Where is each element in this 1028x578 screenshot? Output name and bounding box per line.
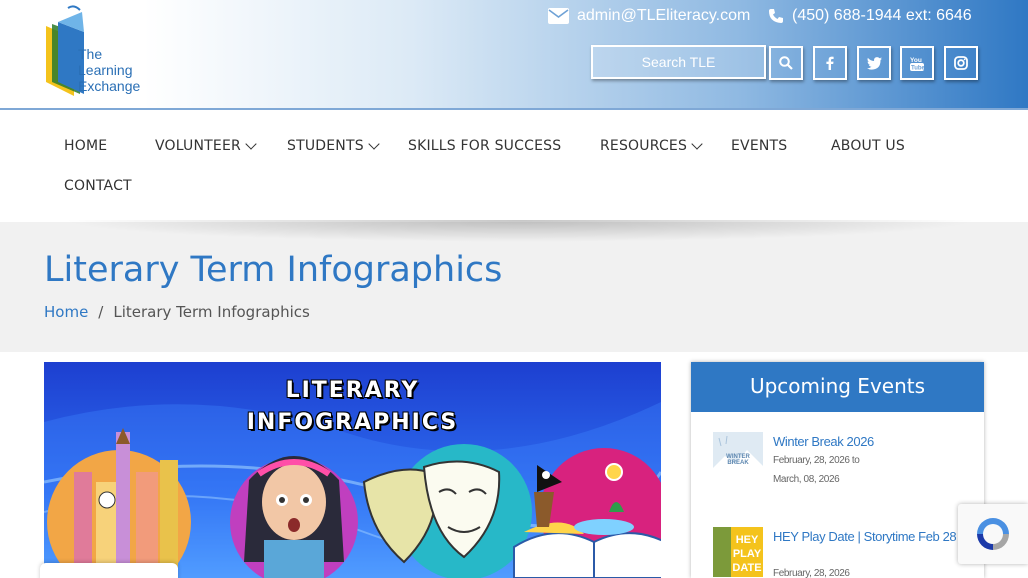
logo-line-1: The xyxy=(78,46,103,62)
breadcrumb-current: Literary Term Infographics xyxy=(113,303,310,321)
nav-label: EVENTS xyxy=(731,138,788,154)
nav-item-home[interactable]: HOME xyxy=(64,138,107,154)
twitter-icon xyxy=(866,56,882,70)
chevron-down-icon xyxy=(691,138,703,150)
main-nav: HOME VOLUNTEER STUDENTS SKILLS FOR SUCCE… xyxy=(0,112,1028,222)
search-input[interactable] xyxy=(591,45,766,79)
event-date: February, 28, 2026 to xyxy=(773,455,860,466)
event-date: March, 08, 2026 xyxy=(773,474,840,485)
recaptcha-badge[interactable] xyxy=(958,504,1028,564)
nav-item-skills[interactable]: SKILLS FOR SUCCESS xyxy=(408,138,561,154)
event-date: February, 28, 2026 xyxy=(773,568,850,578)
breadcrumb-home-link[interactable]: Home xyxy=(44,303,88,321)
top-header: The Learning Exchange admin@TLEliteracy.… xyxy=(0,0,1028,110)
nav-label: RESOURCES xyxy=(600,138,688,154)
svg-text:Tube: Tube xyxy=(911,65,924,71)
instagram-button[interactable] xyxy=(944,46,978,80)
svg-text:HEY: HEY xyxy=(736,534,759,546)
email-link[interactable]: admin@TLEliteracy.com xyxy=(548,5,750,27)
breadcrumb-separator: / xyxy=(98,303,104,321)
upcoming-events-widget: Upcoming Events WINTER BREAK Winter Brea… xyxy=(691,362,984,578)
phone-link[interactable]: (450) 688-1944 ext: 6646 xyxy=(768,5,972,27)
event-thumbnail: WINTER BREAK xyxy=(713,432,763,482)
search-button[interactable] xyxy=(769,46,803,80)
recaptcha-icon xyxy=(977,518,1009,550)
nav-label: ABOUT US xyxy=(831,138,905,154)
logo-line-2: Learning xyxy=(78,62,133,78)
event-thumbnail: HEY PLAY DATE xyxy=(713,527,763,577)
phone-text: (450) 688-1944 ext: 6646 xyxy=(792,7,972,24)
search-icon xyxy=(779,56,793,70)
facebook-button[interactable] xyxy=(813,46,847,80)
nav-item-resources[interactable]: RESOURCES xyxy=(600,138,703,154)
hero-title-line-2: INFOGRAPHICS xyxy=(246,410,459,435)
envelope-icon xyxy=(548,8,569,24)
youtube-button[interactable]: You Tube xyxy=(900,46,934,80)
page-title: Literary Term Infographics xyxy=(44,250,503,290)
nav-item-students[interactable]: STUDENTS xyxy=(287,138,380,154)
nav-item-events[interactable]: EVENTS xyxy=(731,138,787,154)
chevron-down-icon xyxy=(245,138,257,150)
nav-item-volunteer[interactable]: VOLUNTEER xyxy=(155,138,257,154)
twitter-button[interactable] xyxy=(857,46,891,80)
logo-line-3: Exchange xyxy=(78,78,141,94)
site-logo[interactable]: The Learning Exchange xyxy=(44,4,154,98)
svg-text:PLAY: PLAY xyxy=(733,548,762,560)
email-text: admin@TLEliteracy.com xyxy=(577,7,751,24)
svg-text:DATE: DATE xyxy=(732,562,761,574)
nav-item-about[interactable]: ABOUT US xyxy=(831,138,905,154)
phone-icon xyxy=(769,9,783,23)
chevron-down-icon xyxy=(368,138,380,150)
event-title-link[interactable]: HEY Play Date | Storytime Feb 28 xyxy=(773,527,963,547)
nav-label: CONTACT xyxy=(64,178,132,194)
instagram-icon xyxy=(954,56,968,70)
nav-label: SKILLS FOR SUCCESS xyxy=(408,138,562,154)
event-item[interactable]: WINTER BREAK Winter Break 2026 February,… xyxy=(713,432,963,522)
nav-label: HOME xyxy=(64,138,108,154)
nav-label: VOLUNTEER xyxy=(155,138,241,154)
youtube-icon: You Tube xyxy=(910,57,924,71)
event-title-link[interactable]: Winter Break 2026 xyxy=(773,432,963,452)
svg-text:BREAK: BREAK xyxy=(727,460,749,466)
cookie-consent-tab[interactable] xyxy=(40,563,178,578)
breadcrumb: Home / Literary Term Infographics xyxy=(44,303,310,321)
event-item[interactable]: HEY PLAY DATE HEY Play Date | Storytime … xyxy=(713,527,963,578)
svg-text:You: You xyxy=(910,57,922,64)
nav-shadow-divider xyxy=(60,220,980,242)
nav-item-contact[interactable]: CONTACT xyxy=(64,178,132,194)
upcoming-events-heading: Upcoming Events xyxy=(691,362,984,412)
hero-title-line-1: LITERARY xyxy=(285,378,420,403)
nav-label: STUDENTS xyxy=(287,138,364,154)
facebook-icon xyxy=(826,56,834,70)
featured-image: LITERARY INFOGRAPHICS xyxy=(44,362,661,578)
